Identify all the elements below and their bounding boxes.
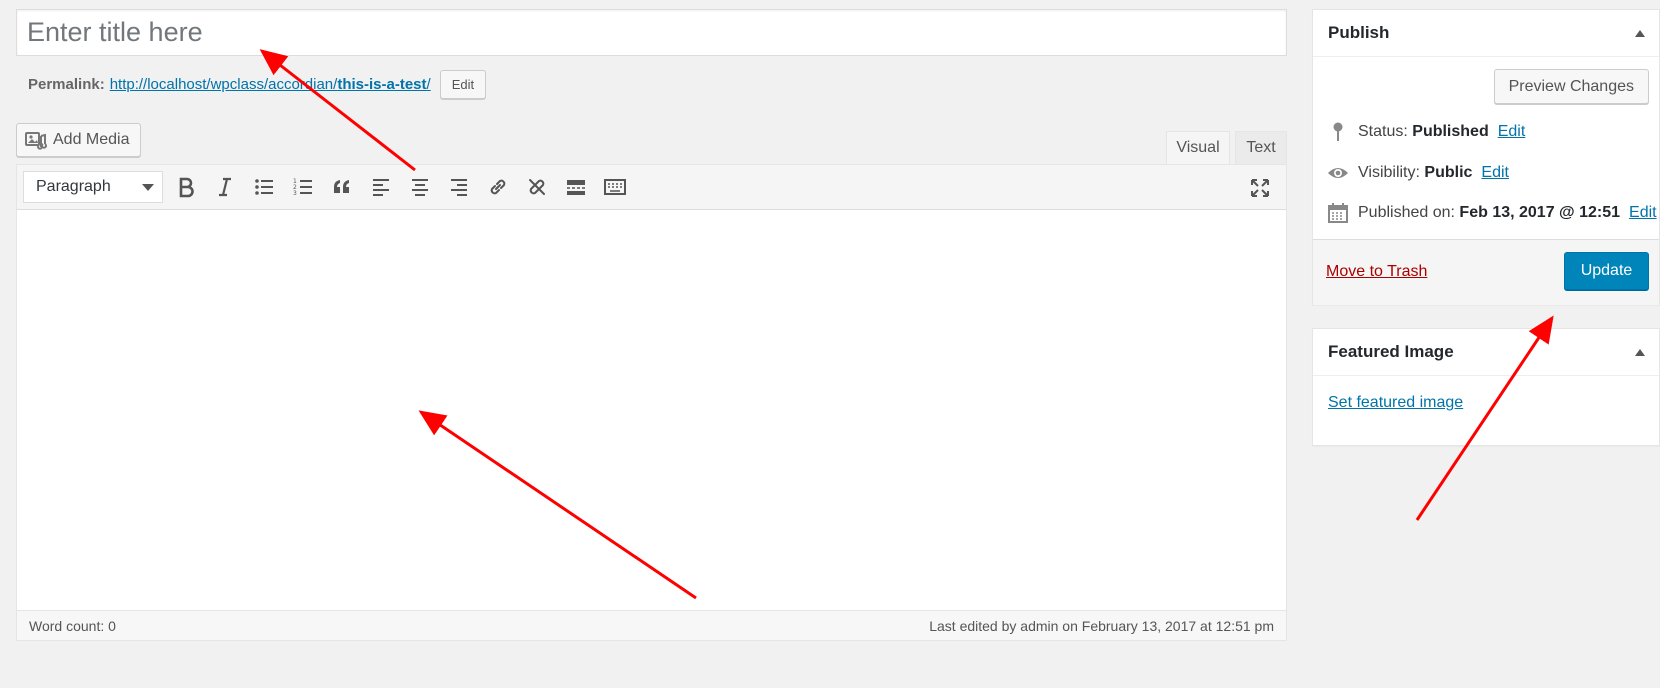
title-field-wrapper bbox=[16, 9, 1287, 56]
pin-icon bbox=[1333, 122, 1343, 141]
add-media-button[interactable]: Add Media bbox=[16, 123, 141, 157]
toolbar-toggle-icon bbox=[604, 179, 626, 195]
permalink-edit-button[interactable]: Edit bbox=[439, 70, 487, 99]
editor-content-area[interactable] bbox=[17, 210, 1286, 610]
publish-box-title: Publish bbox=[1328, 23, 1390, 42]
toolbar-toggle-button[interactable] bbox=[599, 171, 631, 203]
featured-image-header[interactable]: Featured Image bbox=[1313, 329, 1659, 376]
bullet-list-icon bbox=[255, 179, 273, 195]
calendar-icon bbox=[1328, 203, 1348, 223]
align-center-button[interactable] bbox=[404, 171, 436, 203]
italic-icon bbox=[219, 177, 231, 197]
editor-toolbar: Paragraph 123 bbox=[17, 165, 1286, 210]
align-left-button[interactable] bbox=[365, 171, 397, 203]
permalink-url-trail: / bbox=[426, 76, 431, 93]
link-button[interactable] bbox=[482, 171, 514, 203]
permalink-slug: this-is-a-test bbox=[337, 76, 427, 93]
align-left-icon bbox=[373, 179, 389, 196]
tab-visual[interactable]: Visual bbox=[1166, 131, 1230, 165]
chevron-down-icon bbox=[142, 183, 154, 191]
visibility-value: Public bbox=[1424, 164, 1473, 181]
publish-box-header[interactable]: Publish bbox=[1313, 10, 1659, 57]
published-on-text: Published on: Feb 13, 2017 @ 12:51 bbox=[1358, 204, 1620, 222]
status-value: Published bbox=[1412, 123, 1489, 140]
permalink-label: Permalink: bbox=[28, 76, 105, 93]
post-title-input[interactable] bbox=[17, 10, 1286, 55]
status-row: Status: Published Edit bbox=[1327, 121, 1525, 143]
permalink-row: Permalink: http://localhost/wpclass/acco… bbox=[28, 70, 487, 99]
visibility-text: Visibility: Public bbox=[1358, 164, 1472, 182]
content-editor: Paragraph 123 Word count: 0 Last edited … bbox=[16, 164, 1287, 641]
set-featured-image-link[interactable]: Set featured image bbox=[1328, 394, 1463, 412]
tab-text[interactable]: Text bbox=[1235, 131, 1287, 165]
status-text: Status: Published bbox=[1358, 123, 1489, 141]
add-media-label: Add Media bbox=[53, 131, 130, 148]
collapse-arrow-icon[interactable] bbox=[1635, 29, 1645, 37]
permalink-url-base: http://localhost/wpclass/accordian/ bbox=[109, 76, 338, 93]
bold-icon bbox=[179, 177, 194, 198]
featured-image-box: Featured Image Set featured image bbox=[1312, 328, 1660, 446]
status-edit-link[interactable]: Edit bbox=[1498, 123, 1526, 141]
visibility-row: Visibility: Public Edit bbox=[1327, 162, 1509, 184]
move-to-trash-link[interactable]: Move to Trash bbox=[1326, 263, 1427, 281]
add-media-icon bbox=[25, 132, 47, 150]
status-label: Status: bbox=[1358, 123, 1408, 140]
published-on-label: Published on: bbox=[1358, 204, 1455, 221]
editor-statusbar: Word count: 0 Last edited by admin on Fe… bbox=[17, 610, 1286, 640]
permalink-link[interactable]: http://localhost/wpclass/accordian/this-… bbox=[110, 76, 431, 93]
format-select[interactable]: Paragraph bbox=[23, 171, 163, 203]
format-select-value: Paragraph bbox=[36, 178, 111, 195]
last-edited-info: Last edited by admin on February 13, 201… bbox=[929, 617, 1274, 634]
featured-image-title: Featured Image bbox=[1328, 342, 1454, 361]
word-count: Word count: 0 bbox=[29, 617, 116, 634]
read-more-button[interactable] bbox=[560, 171, 592, 203]
fullscreen-icon bbox=[1251, 179, 1269, 197]
italic-button[interactable] bbox=[209, 171, 241, 203]
update-button[interactable]: Update bbox=[1564, 252, 1649, 290]
link-icon bbox=[490, 179, 506, 195]
align-right-button[interactable] bbox=[443, 171, 475, 203]
read-more-icon bbox=[567, 180, 585, 195]
collapse-arrow-icon[interactable] bbox=[1635, 348, 1645, 356]
eye-icon bbox=[1328, 168, 1348, 178]
numbered-list-button[interactable]: 123 bbox=[287, 171, 319, 203]
svg-text:3: 3 bbox=[293, 190, 297, 197]
align-center-icon bbox=[412, 179, 428, 196]
unlink-icon bbox=[529, 179, 545, 195]
fullscreen-button[interactable] bbox=[1244, 172, 1276, 204]
published-on-edit-link[interactable]: Edit bbox=[1629, 204, 1657, 222]
unlink-button[interactable] bbox=[521, 171, 553, 203]
blockquote-button[interactable] bbox=[326, 171, 358, 203]
bullet-list-button[interactable] bbox=[248, 171, 280, 203]
bold-button[interactable] bbox=[170, 171, 202, 203]
publish-actions: Move to Trash Update bbox=[1313, 239, 1659, 305]
blockquote-icon bbox=[334, 180, 349, 193]
annotation-arrow-title bbox=[259, 49, 416, 172]
numbered-list-icon: 123 bbox=[293, 178, 312, 197]
publish-box: Publish Preview Changes Status: Publishe… bbox=[1312, 9, 1660, 305]
preview-changes-button[interactable]: Preview Changes bbox=[1493, 69, 1649, 104]
published-on-row: Published on: Feb 13, 2017 @ 12:51 Edit bbox=[1327, 202, 1657, 224]
align-right-icon bbox=[451, 179, 467, 196]
visibility-label: Visibility: bbox=[1358, 164, 1420, 181]
published-on-value: Feb 13, 2017 @ 12:51 bbox=[1459, 204, 1621, 221]
visibility-edit-link[interactable]: Edit bbox=[1481, 164, 1509, 182]
